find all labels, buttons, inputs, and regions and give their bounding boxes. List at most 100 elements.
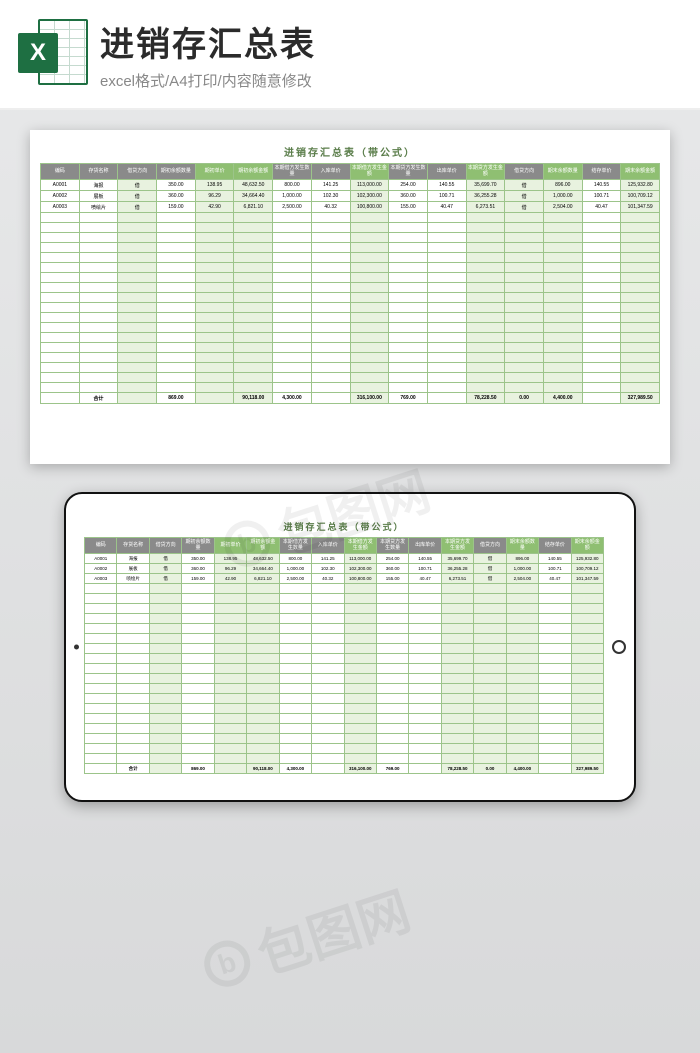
table-cell: 借	[474, 574, 506, 584]
table-cell: 800.00	[279, 554, 311, 564]
table-row	[41, 313, 660, 323]
column-header: 期初单价	[214, 538, 246, 554]
table-cell: 35,699.70	[466, 180, 505, 191]
table-cell: A0003	[41, 202, 80, 213]
tablet-camera-icon	[74, 645, 79, 650]
totals-cell: 4,400.00	[543, 393, 582, 404]
table-cell: 100.71	[427, 191, 466, 202]
table-cell: 100,709.12	[621, 191, 660, 202]
table-cell: 展板	[79, 191, 118, 202]
column-header: 本期贷方发生数量	[376, 538, 408, 554]
totals-cell: 90,118.00	[234, 393, 273, 404]
table-row: A0001海报借350.00138.9548,632.50800.00141.2…	[41, 180, 660, 191]
table-cell: 36,255.28	[466, 191, 505, 202]
totals-row: 合计869.0090,118.004,300.00316,100.00769.0…	[85, 764, 604, 774]
table-row	[41, 353, 660, 363]
tablet-home-button	[612, 640, 626, 654]
table-cell: 喷绘片	[79, 202, 118, 213]
table-cell: 102.30	[312, 564, 344, 574]
table-row	[85, 664, 604, 674]
totals-label: 合计	[117, 764, 149, 774]
column-header: 结存单价	[582, 164, 621, 180]
column-header: 本期借方发生数量	[279, 538, 311, 554]
table-cell: 96.29	[195, 191, 234, 202]
totals-cell	[582, 393, 621, 404]
table-row	[85, 634, 604, 644]
column-header: 期末余额数量	[506, 538, 538, 554]
table-cell: 2,504.00	[543, 202, 582, 213]
table-cell: 海报	[117, 554, 149, 564]
table-cell: 896.00	[543, 180, 582, 191]
table-cell: A0001	[41, 180, 80, 191]
totals-cell: 327,989.50	[571, 764, 603, 774]
table-cell: 36,255.28	[441, 564, 473, 574]
preview-area: 进销存汇总表（带公式）编码存货名称借贷方向期初余额数量期初单价期初余额金额本期借…	[0, 110, 700, 812]
table-cell: 借	[118, 202, 157, 213]
table-cell: 1,000.00	[506, 564, 538, 574]
table-cell: 6,273.51	[466, 202, 505, 213]
table-cell: 155.00	[389, 202, 428, 213]
table-cell: 1,000.00	[543, 191, 582, 202]
totals-cell: 769.00	[389, 393, 428, 404]
totals-cell	[539, 764, 571, 774]
table-cell: 140.55	[427, 180, 466, 191]
table-cell: 102,300.00	[350, 191, 389, 202]
table-cell: 借	[505, 191, 544, 202]
column-header: 入库单价	[312, 538, 344, 554]
table-cell: A0003	[85, 574, 117, 584]
table-row	[85, 744, 604, 754]
table-cell: 海报	[79, 180, 118, 191]
table-cell: 40.47	[427, 202, 466, 213]
table-cell: 360.00	[389, 191, 428, 202]
table-cell: 350.00	[157, 180, 196, 191]
table-cell: 896.00	[506, 554, 538, 564]
column-header: 出库单价	[427, 164, 466, 180]
table-cell: 159.00	[157, 202, 196, 213]
table-cell: 35,699.70	[441, 554, 473, 564]
table-row	[85, 694, 604, 704]
table-cell: 254.00	[389, 180, 428, 191]
tablet-mockup: 进销存汇总表（带公式）编码存货名称借贷方向期初余额数量期初单价期初余额金额本期借…	[64, 492, 636, 802]
table-cell: A0002	[85, 564, 117, 574]
column-header: 期初余额数量	[182, 538, 214, 554]
table-cell: 40.47	[409, 574, 441, 584]
totals-cell	[85, 764, 117, 774]
column-header: 本期借方发生数量	[273, 164, 312, 180]
column-header: 编码	[85, 538, 117, 554]
table-cell: 100.71	[582, 191, 621, 202]
table-cell: 141.25	[312, 554, 344, 564]
table-cell: 1,000.00	[279, 564, 311, 574]
table-row	[85, 734, 604, 744]
sheet-title: 进销存汇总表（带公式）	[84, 520, 604, 533]
totals-cell	[41, 393, 80, 404]
table-cell: 100,709.12	[571, 564, 603, 574]
table-row	[85, 614, 604, 624]
table-cell: 借	[505, 202, 544, 213]
table-cell: 113,000.00	[344, 554, 376, 564]
sheet-title: 进销存汇总表（带公式）	[40, 144, 660, 159]
table-cell: 140.55	[539, 554, 571, 564]
totals-cell	[427, 393, 466, 404]
column-header: 本期贷方发生金额	[441, 538, 473, 554]
column-header: 借贷方向	[474, 538, 506, 554]
table-row	[85, 644, 604, 654]
totals-cell	[195, 393, 234, 404]
table-cell: 34,664.40	[247, 564, 279, 574]
table-row	[41, 303, 660, 313]
page-sheet: 进销存汇总表（带公式）编码存货名称借贷方向期初余额数量期初单价期初余额金额本期借…	[30, 130, 670, 464]
totals-cell: 90,118.00	[247, 764, 279, 774]
column-header: 出库单价	[409, 538, 441, 554]
table-row	[85, 594, 604, 604]
totals-cell	[149, 764, 181, 774]
table-cell: 138.95	[195, 180, 234, 191]
totals-cell: 869.00	[157, 393, 196, 404]
page-subtitle: excel格式/A4打印/内容随意修改	[100, 70, 682, 91]
table-row	[85, 684, 604, 694]
column-header: 存货名称	[117, 538, 149, 554]
column-header: 存货名称	[79, 164, 118, 180]
totals-cell	[214, 764, 246, 774]
table-row: A0002展板借360.0096.2934,664.401,000.00102.…	[41, 191, 660, 202]
totals-cell: 0.00	[505, 393, 544, 404]
table-cell: 借	[149, 574, 181, 584]
table-cell: 125,932.80	[571, 554, 603, 564]
